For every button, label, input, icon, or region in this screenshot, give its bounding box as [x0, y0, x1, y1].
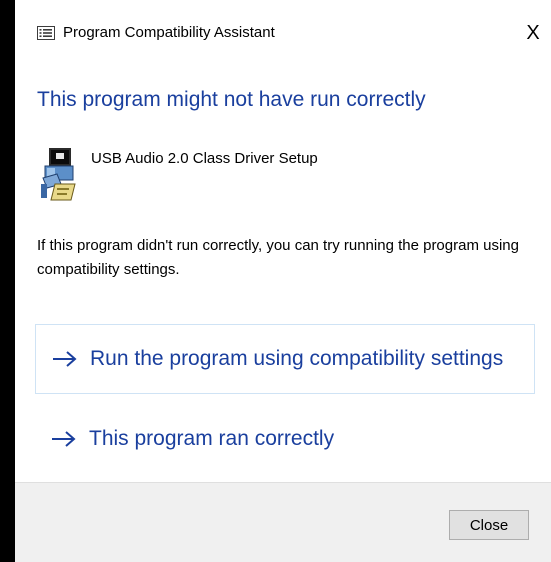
program-name: USB Audio 2.0 Class Driver Setup — [91, 150, 318, 167]
option-label: This program ran correctly — [89, 427, 335, 450]
list-window-icon — [37, 26, 55, 40]
run-with-compatibility-settings-link[interactable]: Run the program using compatibility sett… — [35, 324, 535, 394]
dialog-footer: Close — [15, 482, 551, 562]
compatibility-dialog: Program Compatibility Assistant X This p… — [15, 0, 551, 562]
installer-setup-icon — [37, 144, 81, 204]
arrow-right-icon — [52, 349, 78, 369]
window-title: Program Compatibility Assistant — [63, 24, 275, 41]
title-bar: Program Compatibility Assistant X — [15, 0, 551, 66]
program-ran-correctly-link[interactable]: This program ran correctly — [35, 404, 535, 474]
options-list: Run the program using compatibility sett… — [35, 324, 535, 480]
option-label: Run the program using compatibility sett… — [90, 347, 504, 370]
close-button[interactable]: Close — [449, 510, 529, 540]
close-icon: X — [526, 21, 540, 44]
page-title: This program might not have run correctl… — [37, 88, 426, 111]
arrow-right-icon — [51, 429, 77, 449]
description-text: If this program didn't run correctly, yo… — [37, 237, 519, 278]
close-window-button[interactable]: X — [515, 14, 551, 52]
